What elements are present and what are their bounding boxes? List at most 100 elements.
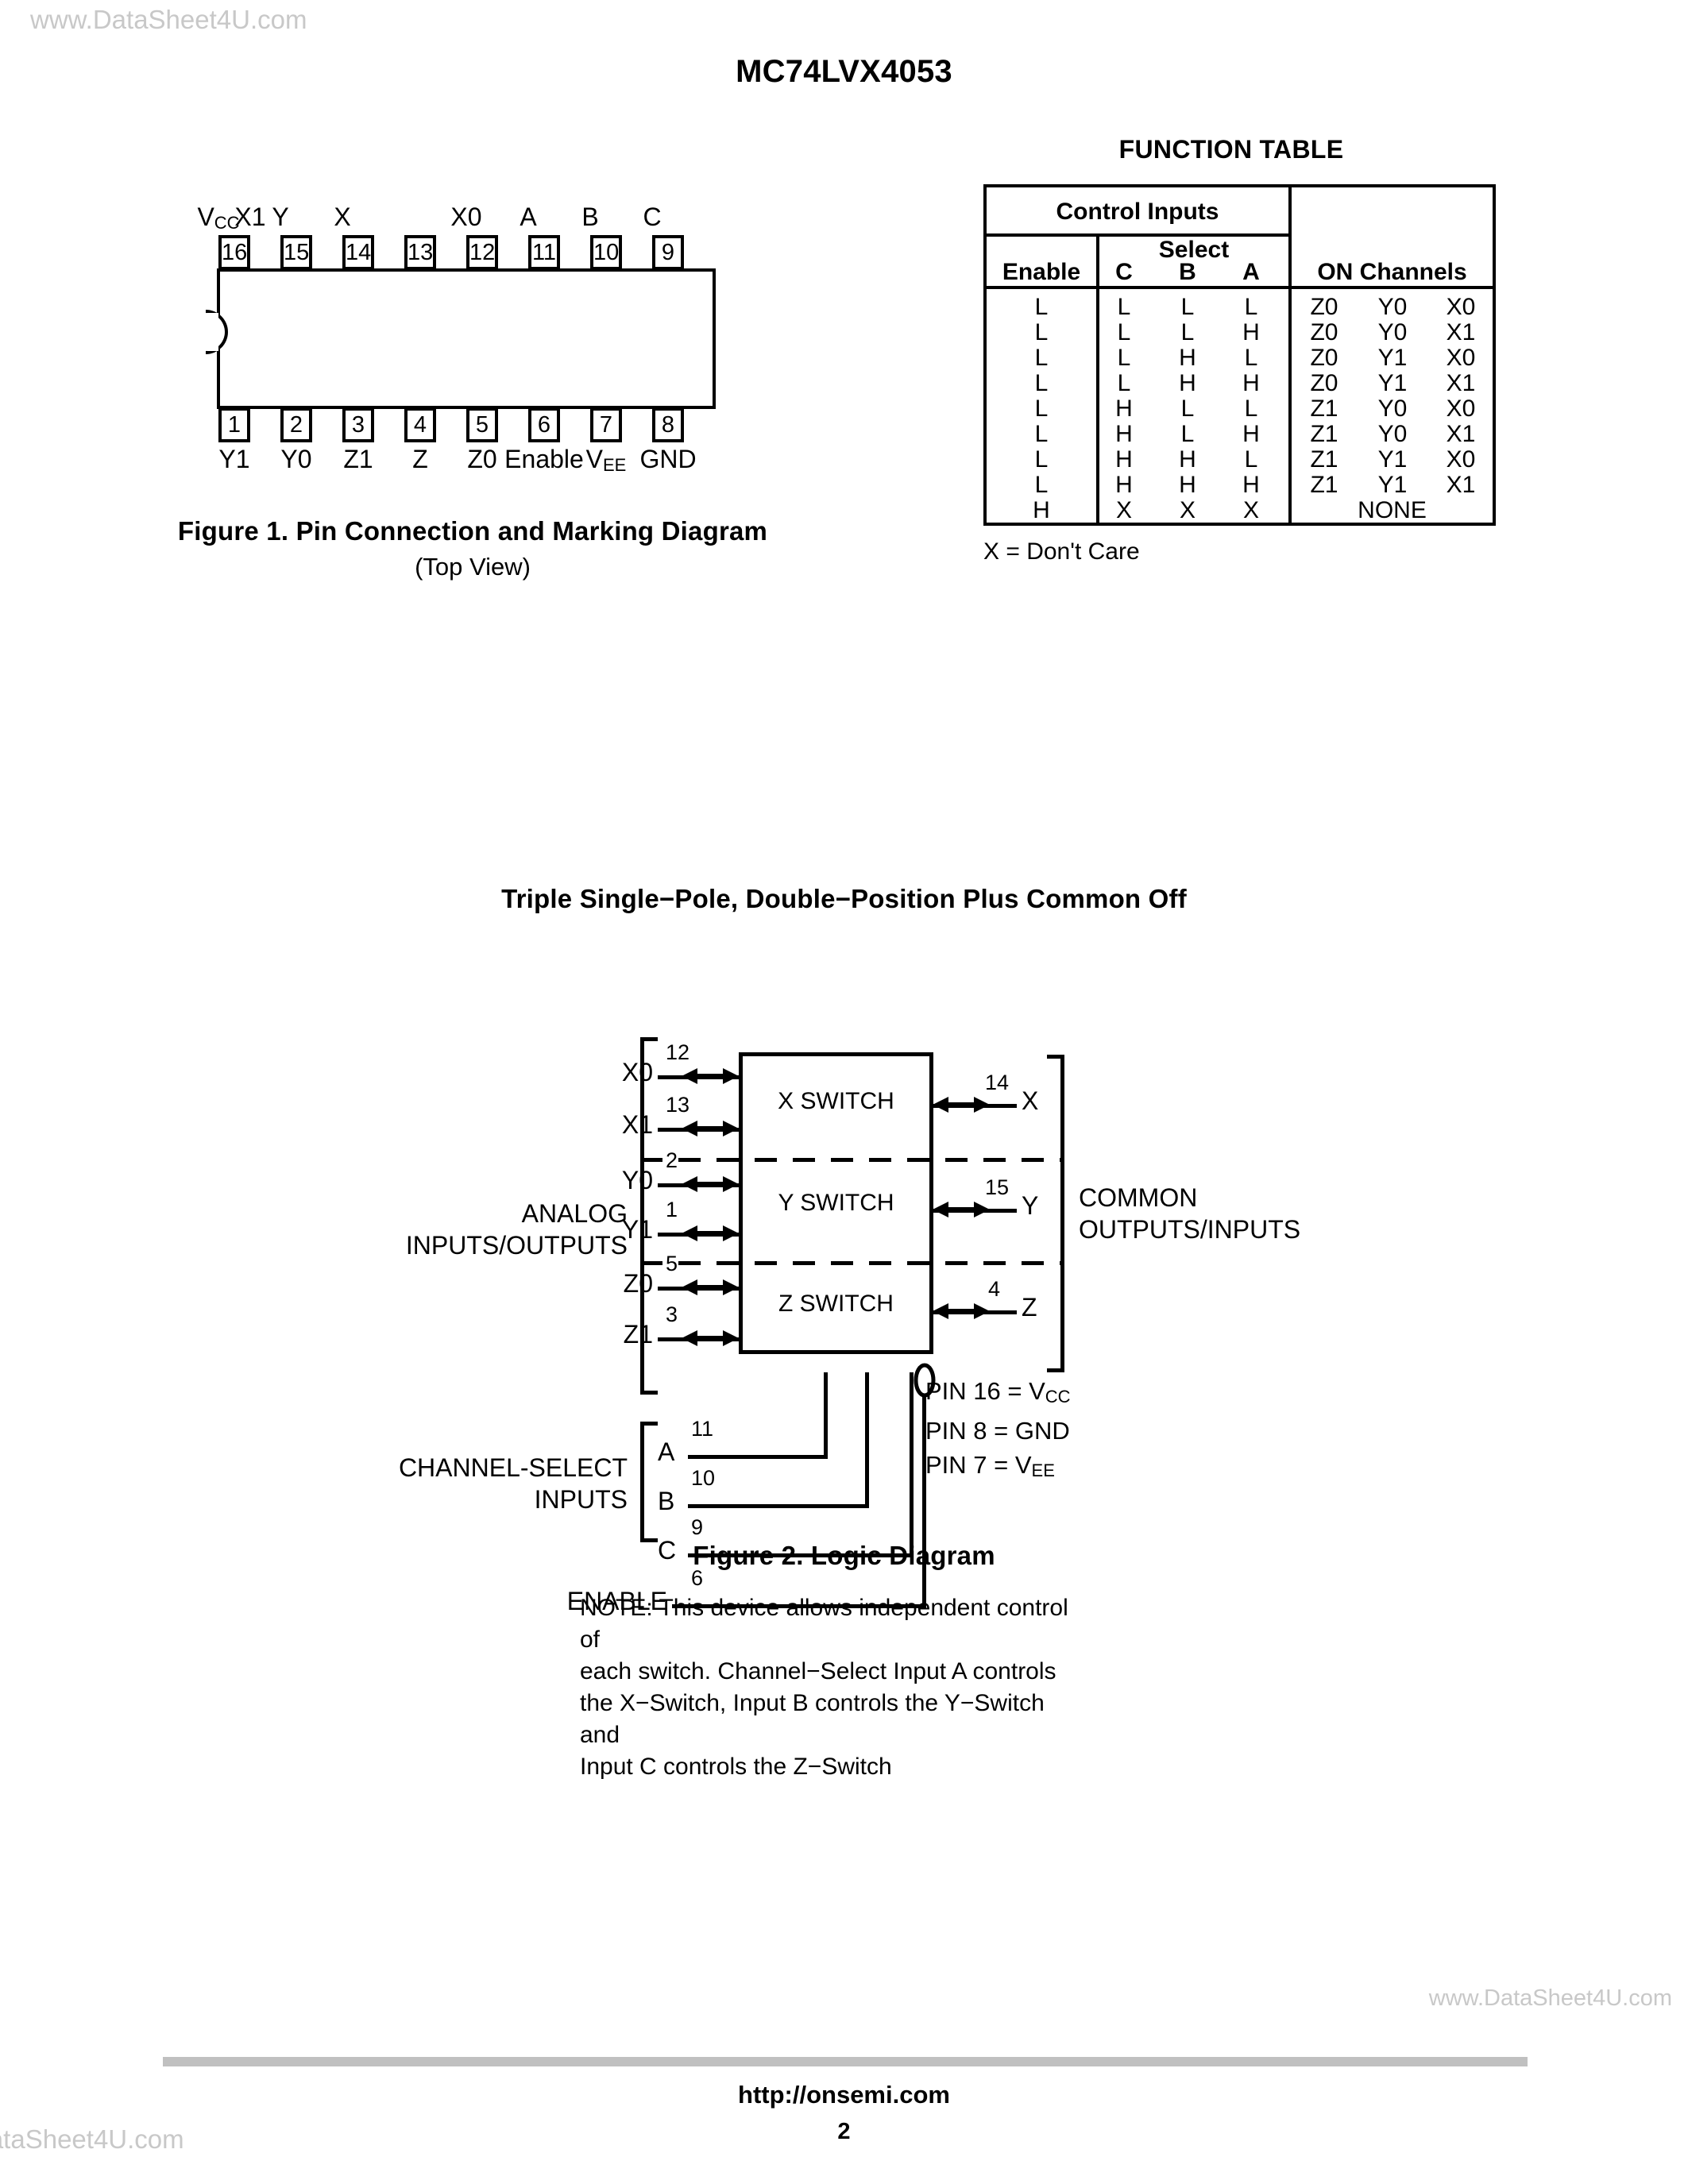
table-cell-b: L [1180,319,1195,345]
bracket-select-group [640,1422,658,1542]
table-cell-b: L [1180,396,1195,422]
table-cell-enable: L [1034,396,1049,422]
pin-label-14: X [334,203,351,231]
function-table: Control Inputs Select Enable C B A ON Ch… [983,184,1496,526]
table-cell-b: H [1179,370,1196,396]
pin-number-3: 3 [666,1302,678,1326]
pin-number-10: 10 [691,1466,716,1490]
pin-number-9: 9 [691,1515,704,1539]
figure-2-note-line2: each switch. Channel−Select Input A cont… [580,1658,1056,1684]
label-channel-select: CHANNEL-SELECT INPUTS [357,1452,628,1515]
pin-box-5: 5 [466,407,498,442]
table-cell-ch1: Z1 [1310,472,1338,498]
table-cell-b: L [1180,421,1195,447]
figure-2-note-line4: Input C controls the Z−Switch [580,1754,892,1780]
table-cell-ch2: Y1 [1377,370,1408,396]
table-cell-ch2: Y0 [1377,319,1408,345]
switch-label-y: Y SWITCH [778,1190,894,1216]
bidirectional-arrow-icon [682,1121,739,1136]
table-cell-b: X [1179,497,1196,523]
pin-box-1: 1 [218,407,250,442]
table-cell-ch1: Z0 [1310,294,1338,320]
figure-1-pin-connection-diagram: VCC Y X X1 X0 A B C 16 15 14 13 12 11 10… [178,203,767,623]
table-cell-b: L [1180,294,1195,320]
table-cell-a: L [1244,345,1258,371]
table-cell-c: H [1115,421,1133,447]
divider-y-z [640,1261,1064,1265]
label-channel-select-line2: INPUTS [534,1485,628,1514]
wire-b-vertical [865,1372,869,1507]
pin-box-13: 13 [404,235,436,270]
pin-box-14: 14 [342,235,374,270]
wire-a-vertical [824,1372,828,1458]
table-header-on-channels: ON Channels [1317,259,1467,285]
signal-label-z1: Z1 [623,1320,653,1349]
wire-b [688,1504,869,1508]
table-cell-c: H [1115,396,1133,422]
figure-2-note: NOTE: This device allows independent con… [580,1592,1088,1783]
signal-label-z0: Z0 [623,1269,653,1298]
page-title: MC74LVX4053 [736,54,952,89]
table-cell-enable: L [1034,345,1049,371]
table-cell-a: H [1242,472,1260,498]
table-header-b: B [1179,259,1196,285]
switch-label-z: Z SWITCH [778,1291,894,1317]
signal-label-a: A [658,1437,675,1466]
table-cell-c: L [1117,319,1131,345]
pin-number-5: 5 [666,1252,678,1275]
pin-box-11: 11 [528,235,560,270]
label-channel-select-line1: CHANNEL-SELECT [398,1453,628,1482]
pin-legend-gnd: PIN 8 = GND [925,1417,1070,1445]
bidirectional-arrow-icon [682,1068,739,1084]
pin-number-11: 11 [691,1417,714,1441]
table-header-a: A [1242,259,1260,285]
signal-label-y0: Y0 [621,1166,653,1194]
table-cell-ch3: X1 [1446,472,1476,498]
signal-label-y-common: Y [1022,1191,1039,1220]
wire-c-vertical [910,1372,914,1557]
pin-box-10: 10 [590,235,622,270]
dip-notch-mask [207,313,218,351]
pin-number-4: 4 [988,1277,1001,1301]
table-cell-ch2: Y1 [1377,345,1408,371]
figure-1-caption: Figure 1. Pin Connection and Marking Dia… [139,516,806,581]
table-divider-header-body [987,286,1493,289]
table-cell-ch3: X1 [1446,319,1476,345]
label-common-io-line1: COMMON [1079,1183,1198,1212]
table-cell-ch1: Z0 [1310,345,1338,371]
table-cell-enable: L [1034,446,1049,473]
function-table-note: X = Don't Care [983,538,1140,565]
figure-2-caption: Figure 2. Logic Diagram [693,1541,995,1570]
pin-box-12: 12 [466,235,498,270]
pin-box-2: 2 [280,407,312,442]
table-cell-c: H [1115,472,1133,498]
table-cell-a: H [1242,319,1260,345]
pin-box-8: 8 [652,407,684,442]
pin-legend: PIN 16 = VCC PIN 8 = GND PIN 7 = VEE [925,1374,1071,1488]
table-cell-enable: L [1034,294,1049,320]
table-cell-ch1: Z1 [1310,421,1338,447]
switch-label-x: X SWITCH [778,1088,894,1114]
watermark-bottom-right: www.DataSheet4U.com [1428,1985,1672,2011]
table-cell-a: L [1244,446,1258,473]
pin-box-6: 6 [528,407,560,442]
pin-number-14: 14 [985,1071,1010,1094]
table-cell-c: X [1115,497,1132,523]
table-cell-a: L [1244,294,1258,320]
table-cell-c: L [1117,294,1131,320]
table-cell-c: L [1117,345,1131,371]
table-cell-ch3: X1 [1446,370,1476,396]
table-cell-ch2: Y1 [1377,446,1408,473]
table-cell-enable: L [1034,319,1049,345]
footer-url[interactable]: http://onsemi.com [0,2081,1688,2109]
dip-package-body [217,268,716,409]
label-analog-io-line1: ANALOG [521,1199,628,1228]
table-cell-ch3: X1 [1446,421,1476,447]
label-common-io-line2: OUTPUTS/INPUTS [1079,1215,1301,1244]
pin-label-8: GND [639,445,697,473]
pin-box-7: 7 [590,407,622,442]
table-cell-ch1: Z0 [1310,370,1338,396]
table-cell-enable: L [1034,370,1049,396]
figure-1-caption-line1: Figure 1. Pin Connection and Marking Dia… [177,516,768,546]
pin-number-2: 2 [666,1148,678,1172]
